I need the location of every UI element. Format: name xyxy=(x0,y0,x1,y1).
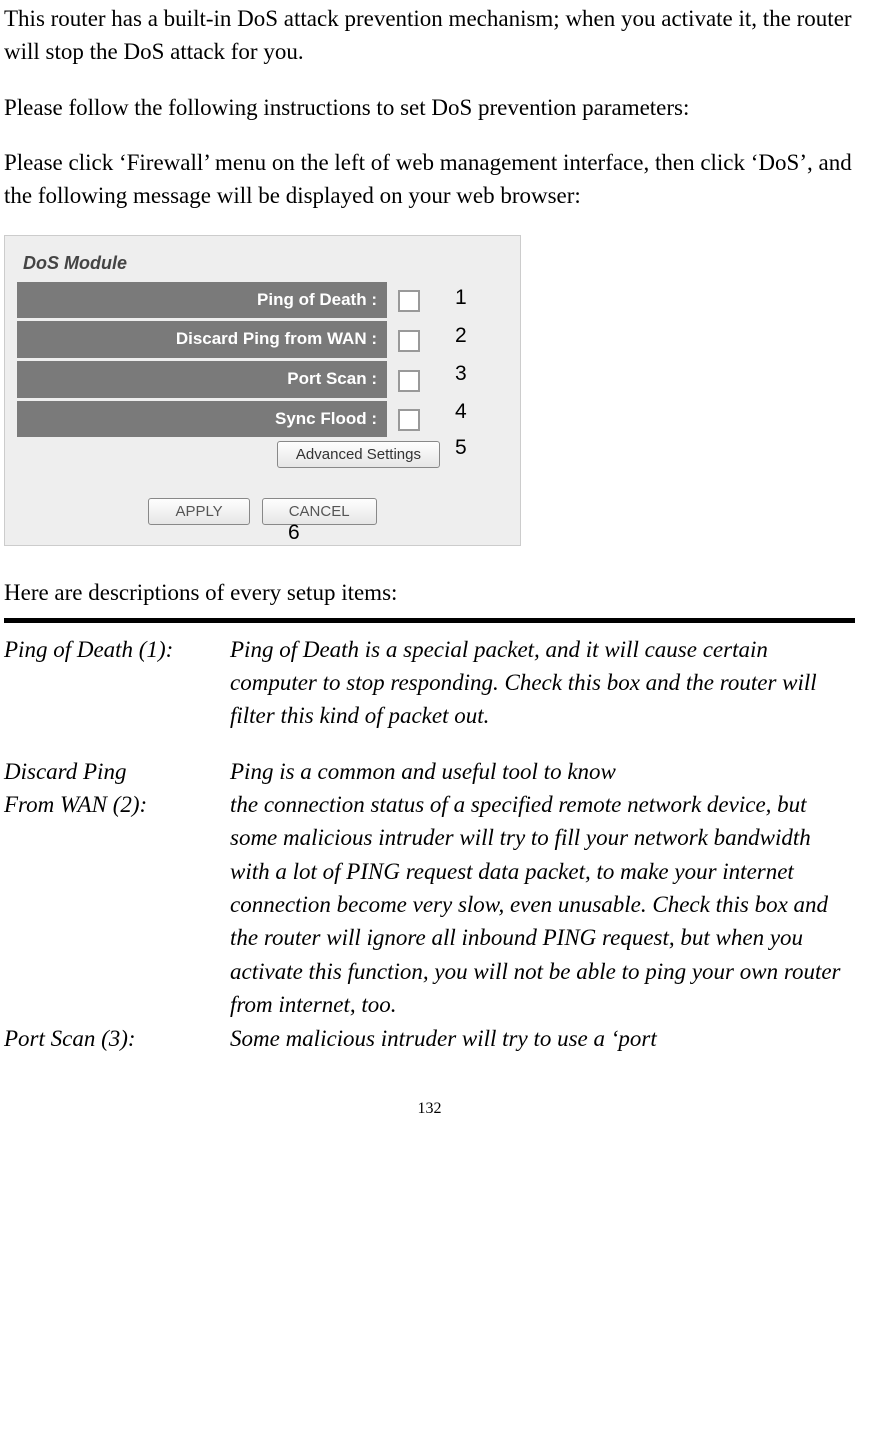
def-name-discard-ping-line1: Discard Ping xyxy=(4,755,230,788)
checkbox-sync-flood[interactable] xyxy=(398,409,420,431)
def-desc-port-scan: Some malicious intruder will try to use … xyxy=(230,1022,855,1055)
def-desc-ping-of-death: Ping of Death is a special packet, and i… xyxy=(230,633,855,755)
callout-3: 3 xyxy=(455,359,467,389)
checkbox-discard-ping-wan[interactable] xyxy=(398,330,420,352)
panel-title: DoS Module xyxy=(17,250,508,276)
page-number: 132 xyxy=(4,1097,855,1120)
paragraph-intro-1: This router has a built-in DoS attack pr… xyxy=(4,2,855,69)
checkbox-ping-of-death[interactable] xyxy=(398,290,420,312)
callout-2: 2 xyxy=(455,321,467,351)
advanced-settings-button[interactable]: Advanced Settings xyxy=(277,441,440,468)
label-port-scan: Port Scan : xyxy=(17,361,387,398)
apply-button[interactable]: APPLY xyxy=(148,498,249,525)
row-ping-of-death: Ping of Death : xyxy=(17,282,508,319)
row-port-scan: Port Scan : xyxy=(17,361,508,398)
divider xyxy=(4,618,855,623)
paragraph-intro-2: Please follow the following instructions… xyxy=(4,91,855,124)
label-sync-flood: Sync Flood : xyxy=(17,401,387,438)
def-name-discard-ping-line2: From WAN (2): xyxy=(4,788,230,1021)
callout-4: 4 xyxy=(455,397,467,427)
def-desc-discard-ping-line1: Ping is a common and useful tool to know xyxy=(230,755,855,788)
label-ping-of-death: Ping of Death : xyxy=(17,282,387,319)
cancel-button[interactable]: CANCEL xyxy=(262,498,377,525)
definitions-table: Ping of Death (1): Ping of Death is a sp… xyxy=(4,633,855,1055)
checkbox-port-scan[interactable] xyxy=(398,370,420,392)
callout-6: 6 xyxy=(288,518,300,548)
callout-1: 1 xyxy=(455,283,467,313)
row-discard-ping-wan: Discard Ping from WAN : xyxy=(17,321,508,358)
def-name-ping-of-death: Ping of Death (1): xyxy=(4,633,230,755)
descriptions-heading: Here are descriptions of every setup ite… xyxy=(4,576,855,609)
label-discard-ping-wan: Discard Ping from WAN : xyxy=(17,321,387,358)
dos-module-screenshot: DoS Module Ping of Death : Discard Ping … xyxy=(4,235,521,547)
def-desc-discard-ping-rest: the connection status of a specified rem… xyxy=(230,788,855,1021)
callout-5: 5 xyxy=(455,433,467,463)
row-sync-flood: Sync Flood : xyxy=(17,401,508,438)
paragraph-intro-3: Please click ‘Firewall’ menu on the left… xyxy=(4,146,855,213)
def-name-port-scan: Port Scan (3): xyxy=(4,1022,230,1055)
